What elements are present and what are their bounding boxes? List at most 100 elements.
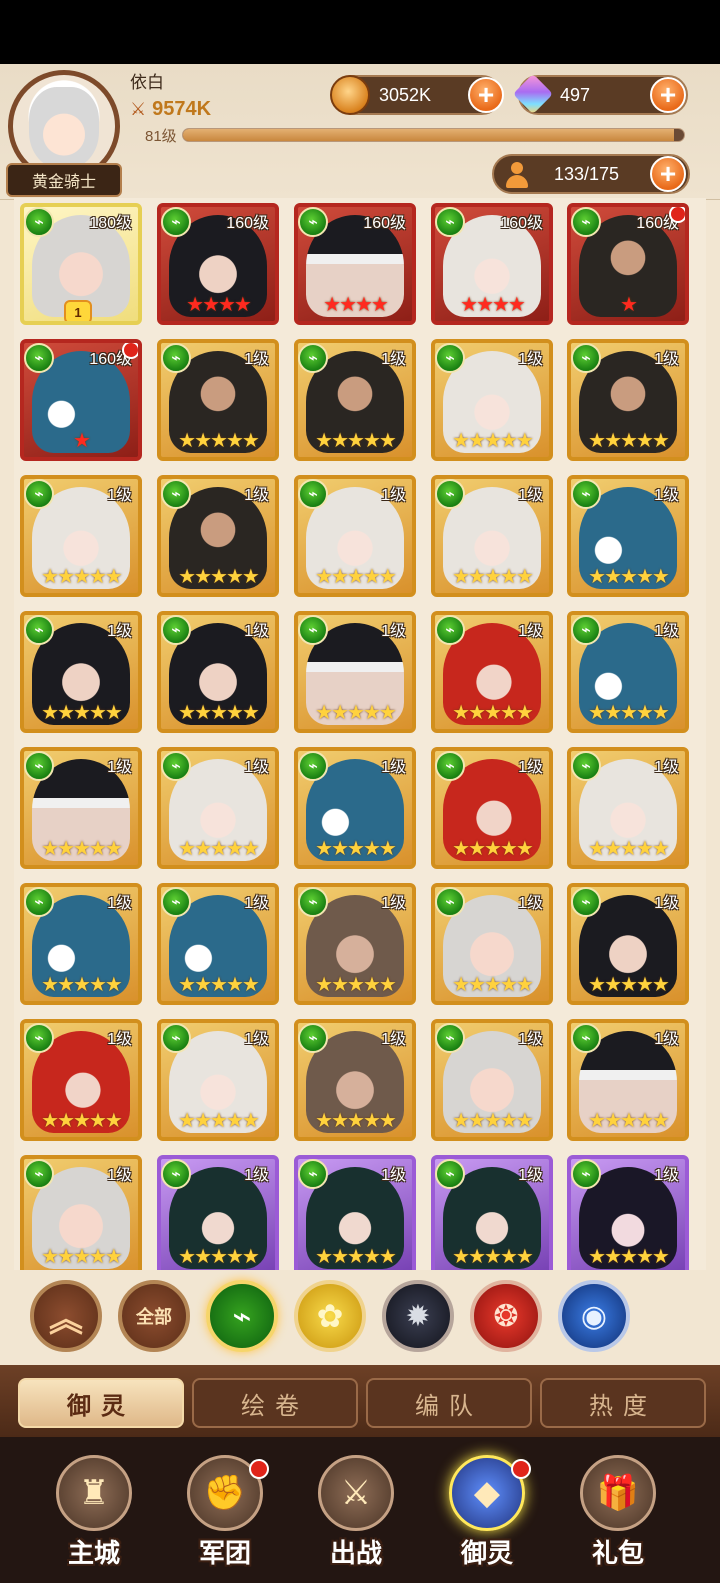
nav-item-4[interactable]: 🎁 礼包 bbox=[562, 1455, 674, 1575]
hero-card[interactable]: ⌁ 1级 ★★★★★ bbox=[431, 611, 553, 733]
hero-level: 1级 bbox=[518, 487, 543, 504]
tab-1[interactable]: 绘卷 bbox=[192, 1378, 358, 1428]
nature-element-icon: ⌁ bbox=[161, 751, 191, 781]
hero-card[interactable]: ⌁ 1级 ★★★★★ bbox=[567, 747, 689, 869]
nav-item-0[interactable]: ♜ 主城 bbox=[38, 1455, 150, 1575]
nature-element-icon: ⌁ bbox=[435, 1023, 465, 1053]
hero-card[interactable]: ⌁ 1级 ★★★★★ bbox=[157, 475, 279, 597]
filter-dark-button[interactable]: ✹ bbox=[382, 1280, 454, 1352]
hero-stars: ★★★★★ bbox=[178, 430, 260, 452]
hero-card[interactable]: ⌁ 1级 ★★★★★ bbox=[567, 339, 689, 461]
hero-card[interactable]: ⌁ 1级 ★★★★★ bbox=[294, 1019, 416, 1141]
hero-stars: ★★★★★ bbox=[588, 838, 670, 860]
hero-card[interactable]: ⌁ 1级 ★★★★★ bbox=[20, 883, 142, 1005]
hero-level: 180级 bbox=[89, 215, 132, 232]
nature-element-icon: ⌁ bbox=[24, 1023, 54, 1053]
hero-card[interactable]: ⌁ 1级 ★★★★★ bbox=[20, 475, 142, 597]
hero-level: 1级 bbox=[107, 487, 132, 504]
filter-fire-button[interactable]: ❂ bbox=[470, 1280, 542, 1352]
nature-element-icon: ⌁ bbox=[571, 1159, 601, 1189]
hero-card[interactable]: ⌁ 160级 ★★★★ bbox=[431, 203, 553, 325]
hero-card[interactable]: ⌁ 1级 ★★★★★ bbox=[294, 475, 416, 597]
hero-stars: ★★★★★ bbox=[452, 1246, 534, 1268]
hero-card[interactable]: ⌁ 1级 ★★★★★ bbox=[157, 883, 279, 1005]
crossed-swords-icon: ⚔ bbox=[130, 98, 147, 119]
hero-card[interactable]: ⌁ 1级 ★★★★★ bbox=[431, 747, 553, 869]
hero-stars: ★★★★★ bbox=[588, 1110, 670, 1132]
add-gems-button[interactable]: + bbox=[650, 77, 686, 113]
hero-stars: ★★★★★ bbox=[178, 566, 260, 588]
add-roster-button[interactable]: + bbox=[650, 156, 686, 192]
coin-value: 3052K bbox=[379, 85, 432, 105]
hero-card[interactable]: ⌁ 1级 ★★★★★ bbox=[567, 475, 689, 597]
nav-item-1[interactable]: ✊ 军团 bbox=[169, 1455, 281, 1575]
hero-card[interactable]: ⌁ 1级 ★★★★★ bbox=[431, 1155, 553, 1270]
hero-card[interactable]: ⌁ 180级 1 bbox=[20, 203, 142, 325]
hero-card[interactable]: ⌁ 1级 ★★★★★ bbox=[567, 1155, 689, 1270]
hero-card[interactable]: ⌁ 1级 ★★★★★ bbox=[157, 1155, 279, 1270]
hero-card[interactable]: ⌁ 1级 ★★★★★ bbox=[294, 747, 416, 869]
nature-element-icon: ⌁ bbox=[161, 479, 191, 509]
hero-stars: ★★★★★ bbox=[41, 1110, 123, 1132]
element-filter-bar: ︽ 全部 ⌁ ✿ ✹ ❂ ◉ bbox=[0, 1270, 720, 1365]
filter-light-button[interactable]: ✿ bbox=[294, 1280, 366, 1352]
filter-collapse-button[interactable]: ︽ bbox=[30, 1280, 102, 1352]
nature-element-icon: ⌁ bbox=[571, 207, 601, 237]
hero-level: 1级 bbox=[654, 1167, 679, 1184]
hero-card[interactable]: ⌁ 160级 ★ bbox=[20, 339, 142, 461]
hero-level: 1级 bbox=[381, 1167, 406, 1184]
tab-0[interactable]: 御灵 bbox=[18, 1378, 184, 1428]
filter-water-button[interactable]: ◉ bbox=[558, 1280, 630, 1352]
hero-level: 1级 bbox=[654, 351, 679, 368]
hero-card[interactable]: ⌁ 1级 ★★★★★ bbox=[431, 339, 553, 461]
filter-all-button[interactable]: 全部 bbox=[118, 1280, 190, 1352]
nav-item-2[interactable]: ⚔ 出战 bbox=[300, 1455, 412, 1575]
hero-level: 1级 bbox=[244, 1031, 269, 1048]
hero-card[interactable]: ⌁ 1级 ★★★★★ bbox=[157, 339, 279, 461]
hero-card[interactable]: ⌁ 1级 ★★★★★ bbox=[157, 611, 279, 733]
roster-count: 133/175 bbox=[554, 164, 620, 184]
hero-card[interactable]: ⌁ 1级 ★★★★★ bbox=[431, 883, 553, 1005]
power-value: 9574K bbox=[152, 97, 212, 120]
hero-card[interactable]: ⌁ 1级 ★★★★★ bbox=[20, 1155, 142, 1270]
hero-card[interactable]: ⌁ 1级 ★★★★★ bbox=[567, 883, 689, 1005]
combat-power: ⚔ 9574K bbox=[130, 95, 211, 123]
hero-level: 1级 bbox=[244, 351, 269, 368]
xp-bar-fill bbox=[183, 129, 674, 141]
hero-card[interactable]: ⌁ 1级 ★★★★★ bbox=[431, 475, 553, 597]
hero-stars: ★ bbox=[620, 294, 638, 316]
nav-item-3[interactable]: ◆ 御灵 bbox=[431, 1455, 543, 1575]
hero-card[interactable]: ⌁ 1级 ★★★★★ bbox=[157, 747, 279, 869]
nature-element-icon: ⌁ bbox=[435, 207, 465, 237]
nature-element-icon: ⌁ bbox=[571, 887, 601, 917]
hero-card[interactable]: ⌁ 160级 ★★★★ bbox=[294, 203, 416, 325]
hero-card[interactable]: ⌁ 1级 ★★★★★ bbox=[294, 611, 416, 733]
hero-card[interactable]: ⌁ 1级 ★★★★★ bbox=[567, 611, 689, 733]
hero-level: 160级 bbox=[500, 215, 543, 232]
nav-label: 军团 bbox=[198, 1538, 251, 1568]
tab-2[interactable]: 编队 bbox=[366, 1378, 532, 1428]
hero-card[interactable]: ⌁ 1级 ★★★★★ bbox=[20, 747, 142, 869]
hero-card[interactable]: ⌁ 1级 ★★★★★ bbox=[20, 611, 142, 733]
hero-card[interactable]: ⌁ 1级 ★★★★★ bbox=[157, 1019, 279, 1141]
tab-3[interactable]: 热度 bbox=[540, 1378, 706, 1428]
hero-card[interactable]: ⌁ 1级 ★★★★★ bbox=[294, 1155, 416, 1270]
filter-nature-button[interactable]: ⌁ bbox=[206, 1280, 278, 1352]
hero-card[interactable]: ⌁ 160级 ★★★★ bbox=[157, 203, 279, 325]
hero-level: 1级 bbox=[381, 895, 406, 912]
hero-level: 1级 bbox=[107, 759, 132, 776]
hero-card[interactable]: ⌁ 1级 ★★★★★ bbox=[294, 339, 416, 461]
hero-card[interactable]: ⌁ 160级 ★ bbox=[567, 203, 689, 325]
hero-stars: ★★★★ bbox=[460, 294, 526, 316]
hero-stars: ★★★★★ bbox=[452, 838, 534, 860]
nature-element-icon: ⌁ bbox=[24, 207, 54, 237]
nature-element-icon: ⌁ bbox=[435, 751, 465, 781]
hero-card[interactable]: ⌁ 1级 ★★★★★ bbox=[294, 883, 416, 1005]
hero-card[interactable]: ⌁ 1级 ★★★★★ bbox=[20, 1019, 142, 1141]
hero-card[interactable]: ⌁ 1级 ★★★★★ bbox=[431, 1019, 553, 1141]
hero-card[interactable]: ⌁ 1级 ★★★★★ bbox=[567, 1019, 689, 1141]
nature-element-icon: ⌁ bbox=[161, 343, 191, 373]
add-coins-button[interactable]: + bbox=[468, 77, 504, 113]
nature-element-icon: ⌁ bbox=[435, 479, 465, 509]
bottom-navigation: ♜ 主城 ✊ 军团 ⚔ 出战 ◆ 御灵 🎁 礼包 bbox=[0, 1437, 720, 1583]
